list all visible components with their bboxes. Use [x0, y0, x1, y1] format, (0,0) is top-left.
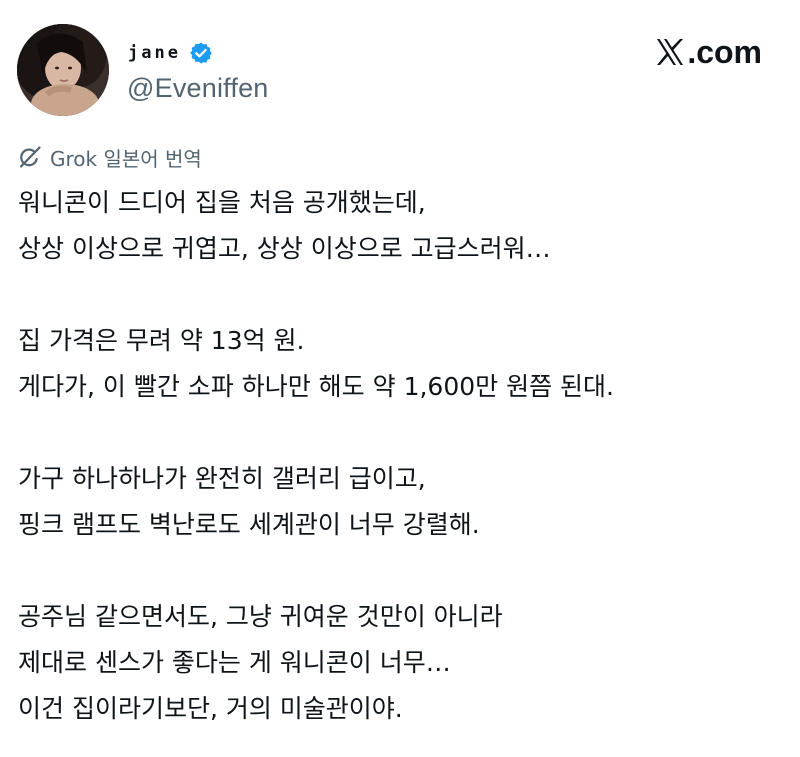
tweet-text: 워니콘이 드디어 집을 처음 공개했는데, 상상 이상으로 귀엽고, 상상 이상… [18, 180, 788, 732]
translation-label: Grok 일본어 번역 [50, 146, 202, 171]
tweet-line: 이건 집이라기보단, 거의 미술관이야. [18, 694, 403, 723]
user-handle[interactable]: @Eveniffen [127, 73, 269, 104]
translation-notice[interactable]: Grok 일본어 번역 [18, 142, 202, 172]
display-name-row: jane [128, 38, 213, 68]
display-name[interactable]: jane [128, 43, 181, 63]
grok-icon [18, 145, 42, 169]
tweet-line: 게다가, 이 빨간 소파 하나만 해도 약 1,600만 원쯤 된대. [18, 372, 614, 401]
tweet-line: 집 가격은 무려 약 13억 원. [18, 326, 305, 355]
avatar-photo [17, 24, 109, 116]
x-logo-icon [655, 37, 685, 67]
avatar[interactable] [17, 24, 109, 116]
verified-badge-icon [189, 41, 213, 65]
tweet-card: jane @Eveniffen .com Grok 일본어 번역 워니콘이 드디… [0, 0, 800, 757]
tweet-line: 워니콘이 드디어 집을 처음 공개했는데, [18, 188, 426, 217]
tweet-line: 공주님 같으면서도, 그냥 귀여운 것만이 아니라 [18, 602, 503, 631]
tweet-line: 제대로 센스가 좋다는 게 워니콘이 너무… [18, 648, 451, 677]
brand-watermark: .com [655, 30, 762, 74]
tweet-line: 핑크 램프도 벽난로도 세계관이 너무 강렬해. [18, 510, 480, 539]
tweet-line: 가구 하나하나가 완전히 갤러리 급이고, [18, 464, 426, 493]
tweet-line: 상상 이상으로 귀엽고, 상상 이상으로 고급스러워… [18, 234, 551, 263]
brand-text: .com [687, 33, 762, 70]
